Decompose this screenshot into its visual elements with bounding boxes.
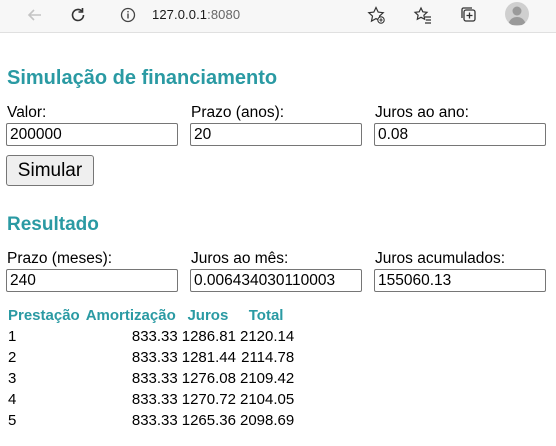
header-amortizacao: Amortização xyxy=(85,306,176,324)
header-prestacao: Prestação xyxy=(8,306,80,324)
prazo-input[interactable] xyxy=(190,123,362,146)
juros-input[interactable] xyxy=(374,123,546,146)
cell-total: 2098.69 xyxy=(239,412,295,429)
table-header-row: Prestação Amortização Juros Total xyxy=(6,304,296,326)
cell-amortizacao: 833.33 xyxy=(131,328,178,345)
table-row: 4 833.33 1270.72 2104.05 xyxy=(6,389,296,410)
table-row: 2 833.33 1281.44 2114.78 xyxy=(6,347,296,368)
back-arrow-icon[interactable] xyxy=(24,4,46,26)
juros-acumulados-input[interactable] xyxy=(374,269,546,292)
profile-avatar[interactable] xyxy=(505,2,529,26)
simulation-title: Simulação de financiamento xyxy=(7,67,278,89)
juros-mes-label: Juros ao mês: xyxy=(191,250,289,267)
cell-prestacao: 1 xyxy=(8,328,17,345)
reload-icon[interactable] xyxy=(67,4,89,26)
cell-prestacao: 3 xyxy=(8,370,17,387)
cell-juros: 1276.08 xyxy=(181,370,236,387)
info-icon[interactable] xyxy=(117,4,139,26)
juros-label: Juros ao ano: xyxy=(375,104,469,121)
prazo-meses-input[interactable] xyxy=(6,269,178,292)
cell-total: 2104.05 xyxy=(239,391,295,408)
cell-total: 2114.78 xyxy=(241,349,295,366)
table-row: 3 833.33 1276.08 2109.42 xyxy=(6,368,296,389)
table-row: 1 833.33 1286.81 2120.14 xyxy=(6,326,296,347)
juros-acumulados-label: Juros acumulados: xyxy=(375,250,506,267)
simular-button[interactable]: Simular xyxy=(6,155,94,186)
add-favorite-icon[interactable] xyxy=(365,4,387,26)
valor-input[interactable] xyxy=(6,123,178,146)
url-text[interactable]: 127.0.0.1:8080 xyxy=(152,7,240,22)
url-host: 127.0.0.1 xyxy=(152,7,208,22)
juros-mes-input[interactable] xyxy=(190,269,362,292)
cell-total: 2120.14 xyxy=(239,328,295,345)
cell-amortizacao: 833.33 xyxy=(131,349,178,366)
url-port: :8080 xyxy=(207,7,241,22)
cell-amortizacao: 833.33 xyxy=(131,370,178,387)
cell-juros: 1281.44 xyxy=(181,349,236,366)
prazo-label: Prazo (anos): xyxy=(191,104,285,121)
cell-juros: 1265.36 xyxy=(181,412,236,429)
collections-icon[interactable] xyxy=(458,4,480,26)
valor-label: Valor: xyxy=(7,104,47,121)
cell-prestacao: 5 xyxy=(8,412,17,429)
browser-toolbar: 127.0.0.1:8080 xyxy=(0,0,556,33)
cell-juros: 1270.72 xyxy=(181,391,236,408)
cell-juros: 1286.81 xyxy=(181,328,236,345)
header-juros: Juros xyxy=(187,306,229,324)
favorites-icon[interactable] xyxy=(412,4,434,26)
result-title: Resultado xyxy=(7,214,99,235)
cell-prestacao: 2 xyxy=(8,349,17,366)
cell-amortizacao: 833.33 xyxy=(131,391,178,408)
cell-total: 2109.42 xyxy=(239,370,295,387)
cell-prestacao: 4 xyxy=(8,391,17,408)
table-row: 5 833.33 1265.36 2098.69 xyxy=(6,410,296,431)
cell-amortizacao: 833.33 xyxy=(131,412,178,429)
prazo-meses-label: Prazo (meses): xyxy=(7,250,113,267)
amortization-table: Prestação Amortização Juros Total 1 833.… xyxy=(6,304,296,431)
header-total: Total xyxy=(248,306,284,324)
